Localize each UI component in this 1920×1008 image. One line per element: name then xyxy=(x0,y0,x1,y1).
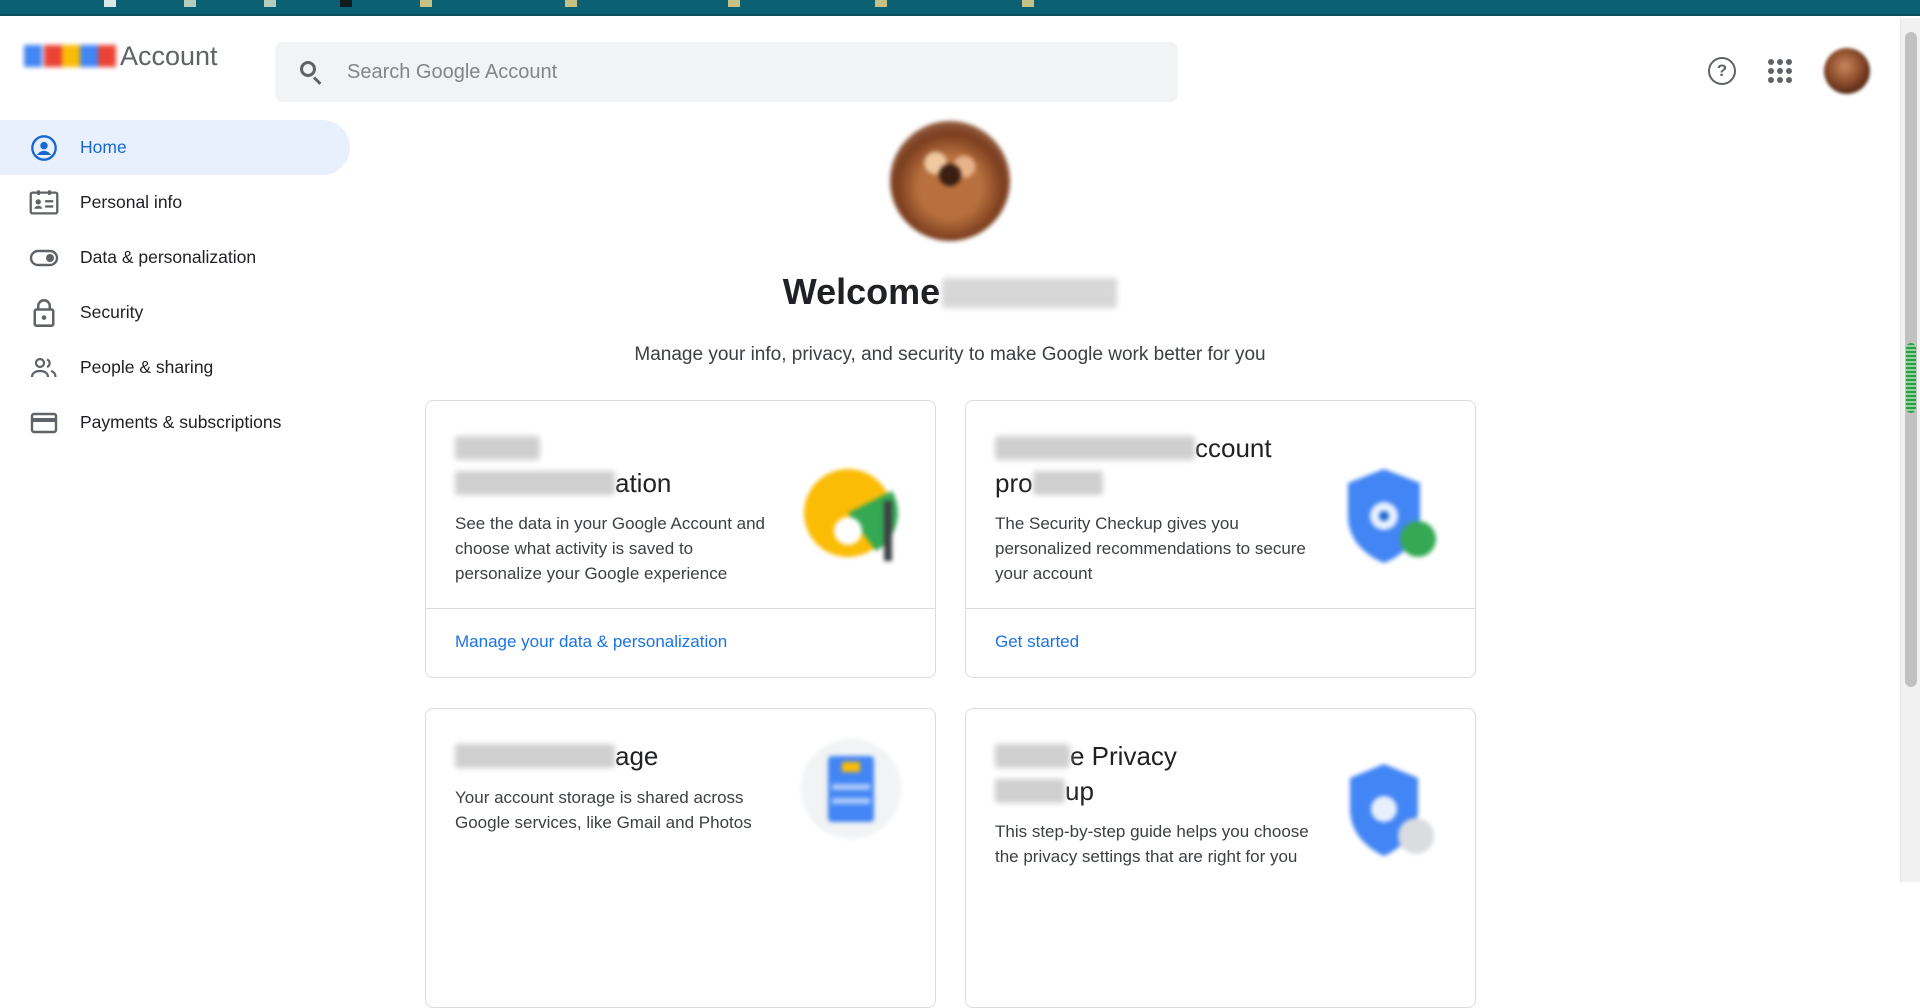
bookmark-item[interactable] xyxy=(104,0,116,7)
privacy-checkup-icon xyxy=(1336,754,1446,864)
redacted-text xyxy=(455,436,540,460)
redacted-text xyxy=(995,779,1065,803)
scroll-indicator xyxy=(1906,343,1916,413)
get-started-link[interactable]: Get started xyxy=(995,632,1079,652)
user-name-redacted xyxy=(942,278,1118,308)
google-logo xyxy=(22,42,122,70)
sidebar-item-label: Data & personalization xyxy=(80,247,257,267)
storage-icon xyxy=(796,734,906,844)
sidebar-item-label: Personal info xyxy=(80,192,183,212)
page-subtitle: Manage your info, privacy, and security … xyxy=(634,344,1266,365)
redacted-text xyxy=(455,471,615,495)
google-account-brand[interactable]: Account xyxy=(22,40,218,72)
bookmark-item[interactable] xyxy=(340,0,352,7)
account-circle-icon xyxy=(29,133,59,163)
browser-bookmarks-strip xyxy=(0,0,1920,16)
card-account-storage[interactable]: age Your account storage is shared acros… xyxy=(425,708,936,1008)
bookmark-item[interactable] xyxy=(184,0,196,7)
credit-card-icon xyxy=(29,408,59,438)
card-title: e Privacy up xyxy=(995,739,1325,809)
card-description: Your account storage is shared across Go… xyxy=(455,788,752,832)
sidebar-item-label: Security xyxy=(80,302,144,322)
card-privacy-checkup[interactable]: e Privacy up This step-by-step guide hel… xyxy=(965,708,1476,1008)
card-title-visible: e Privacy xyxy=(1070,741,1177,771)
card-divider xyxy=(966,608,1475,609)
redacted-text xyxy=(455,744,615,768)
search-bar[interactable] xyxy=(275,42,1178,102)
bookmark-item[interactable] xyxy=(1022,0,1034,7)
privacy-personalization-icon xyxy=(796,461,906,571)
welcome-text: Welcome xyxy=(782,271,941,312)
google-apps-icon[interactable] xyxy=(1768,59,1792,83)
card-description: This step-by-step guide helps you choose… xyxy=(995,822,1309,866)
people-icon xyxy=(29,353,59,383)
toggle-icon xyxy=(29,243,59,273)
bookmark-item[interactable] xyxy=(728,0,740,7)
card-description: The Security Checkup gives you personali… xyxy=(995,514,1306,583)
lock-icon xyxy=(29,298,59,328)
sidebar-item-security[interactable]: Security xyxy=(0,285,350,340)
card-title-visible: ation xyxy=(615,468,672,498)
card-title-visible: ccount xyxy=(1195,433,1272,463)
search-icon[interactable] xyxy=(297,58,325,86)
redacted-text xyxy=(995,744,1070,768)
welcome-heading: Welcome xyxy=(400,271,1500,313)
id-card-icon xyxy=(29,188,59,218)
security-shield-icon xyxy=(1336,461,1446,571)
sidebar-item-people-sharing[interactable]: People & sharing xyxy=(0,340,350,395)
sidebar-item-personal-info[interactable]: Personal info xyxy=(0,175,350,230)
sidebar-item-payments-subscriptions[interactable]: Payments & subscriptions xyxy=(0,395,350,450)
card-title: ation xyxy=(455,431,785,501)
sidebar-item-label: People & sharing xyxy=(80,357,214,377)
header-actions: ? xyxy=(1708,48,1870,94)
sidebar-item-label: Home xyxy=(80,137,127,157)
bookmark-item[interactable] xyxy=(875,0,887,7)
card-privacy-personalization[interactable]: ation See the data in your Google Accoun… xyxy=(425,400,936,678)
sidebar-nav: Home Personal info Data & personalizatio… xyxy=(0,120,350,450)
redacted-text xyxy=(1032,471,1103,495)
card-title: age xyxy=(455,739,785,774)
sidebar-item-home[interactable]: Home xyxy=(0,120,350,175)
avatar[interactable] xyxy=(1824,48,1870,94)
card-title-visible: up xyxy=(1065,776,1094,806)
sidebar-item-label: Payments & subscriptions xyxy=(80,412,282,432)
app-header: Account ? xyxy=(0,16,1900,102)
card-divider xyxy=(426,608,935,609)
profile-photo[interactable] xyxy=(890,121,1010,241)
page-scrollbar[interactable] xyxy=(1900,18,1920,882)
manage-data-personalization-link[interactable]: Manage your data & personalization xyxy=(455,632,727,652)
help-icon[interactable]: ? xyxy=(1708,57,1736,85)
card-title: ccount pro xyxy=(995,431,1325,501)
card-security-checkup[interactable]: ccount pro The Security Checkup gives yo… xyxy=(965,400,1476,678)
sidebar-item-data-personalization[interactable]: Data & personalization xyxy=(0,230,350,285)
card-title-visible: pro xyxy=(995,468,1033,498)
search-input[interactable] xyxy=(347,60,1047,84)
card-title-visible: age xyxy=(615,741,659,771)
card-description: See the data in your Google Account and … xyxy=(455,514,766,583)
bookmark-item[interactable] xyxy=(264,0,276,7)
bookmark-item[interactable] xyxy=(565,0,577,7)
bookmark-item[interactable] xyxy=(420,0,432,7)
redacted-text xyxy=(995,436,1195,460)
brand-title: Account xyxy=(120,40,218,71)
